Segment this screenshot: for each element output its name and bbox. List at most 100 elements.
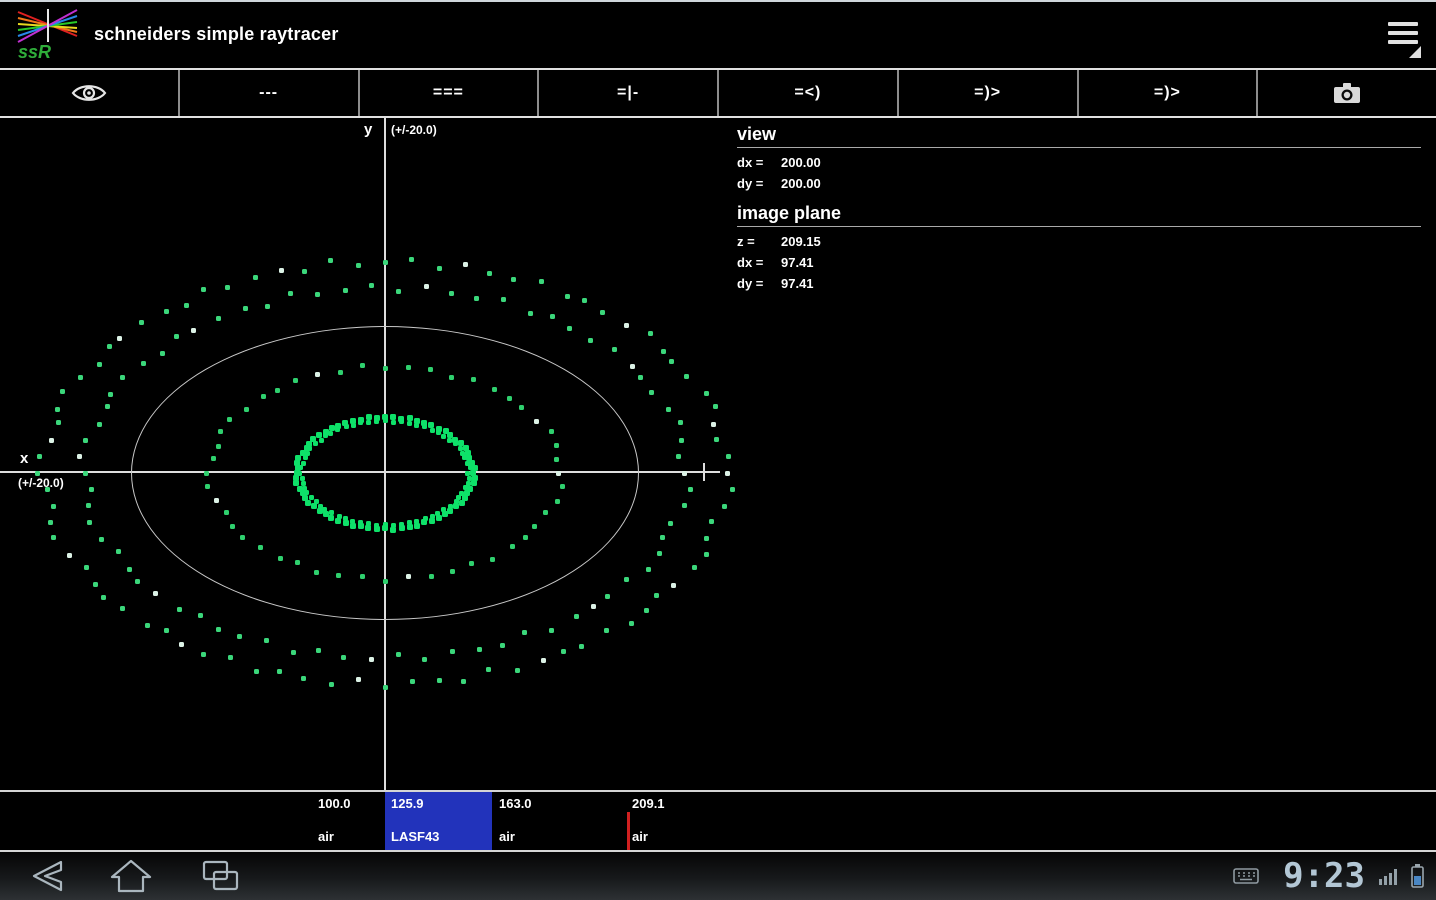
toolbar-button-camera[interactable] <box>1258 70 1436 116</box>
spot-dot <box>500 643 505 648</box>
spot-dot <box>406 574 411 579</box>
spot-dot <box>383 522 388 527</box>
spot-dot <box>177 607 182 612</box>
recent-apps-button[interactable] <box>196 858 246 894</box>
status-cluster[interactable]: 9:23 <box>1233 852 1424 900</box>
spot-dot <box>567 326 572 331</box>
spot-dot <box>369 657 374 662</box>
spot-dot <box>37 454 42 459</box>
home-icon <box>110 858 152 894</box>
surface-medium: air <box>318 829 334 844</box>
spot-dot <box>666 407 671 412</box>
surface-medium: air <box>499 829 515 844</box>
spot-dot <box>244 407 249 412</box>
toolbar-button-2[interactable]: === <box>360 70 540 116</box>
spot-dot <box>430 428 435 433</box>
spot-dot <box>253 275 258 280</box>
spot-dot <box>356 263 361 268</box>
surface-position: 209.1 <box>632 796 665 811</box>
spot-dot <box>462 455 467 460</box>
spot-dot <box>465 471 470 476</box>
spot-dot <box>51 535 56 540</box>
spot-dot <box>116 549 121 554</box>
spot-dot <box>430 514 435 519</box>
spot-dot <box>60 389 65 394</box>
spot-dot <box>441 434 446 439</box>
spot-dot <box>360 574 365 579</box>
toolbar-button-6[interactable]: =)> <box>1079 70 1259 116</box>
camera-icon <box>1333 82 1361 104</box>
spot-dot <box>472 465 478 471</box>
spot-dot <box>450 649 455 654</box>
toolbar-button-1[interactable]: --- <box>180 70 360 116</box>
menu-icon <box>1388 22 1418 26</box>
spot-dot <box>105 404 110 409</box>
spot-dot <box>120 606 125 611</box>
spot-dot <box>316 648 321 653</box>
spot-dot <box>554 443 559 448</box>
spot-dot <box>191 328 196 333</box>
spot-dot <box>447 438 452 443</box>
spot-dot <box>486 667 491 672</box>
info-row: dy = 200.00 <box>737 173 1421 194</box>
spot-dot <box>360 363 365 368</box>
spot-dot <box>588 338 593 343</box>
spot-dot <box>329 425 335 431</box>
toolbar-button-eye[interactable] <box>0 70 180 116</box>
info-row-label: dy = <box>737 273 781 294</box>
spot-dot <box>314 570 319 575</box>
toolbar-button-3[interactable]: =|- <box>539 70 719 116</box>
spot-dot <box>86 503 91 508</box>
toolbar-button-4[interactable]: =<) <box>719 70 899 116</box>
home-button[interactable] <box>106 858 156 894</box>
spot-dot <box>435 511 440 516</box>
spot-dot <box>467 476 472 481</box>
spot-dot <box>265 304 270 309</box>
spot-dot <box>356 677 361 682</box>
toolbar-button-5[interactable]: =)> <box>899 70 1079 116</box>
back-button[interactable] <box>22 858 72 894</box>
spot-dot <box>101 595 106 600</box>
battery-icon <box>1411 864 1424 888</box>
spot-dot <box>227 417 232 422</box>
spot-dot <box>550 314 555 319</box>
spot-dot <box>322 507 327 512</box>
spot-dot <box>469 561 474 566</box>
spot-dot <box>492 387 497 392</box>
spot-dot <box>35 471 40 476</box>
menu-button[interactable] <box>1388 22 1418 44</box>
spot-dot <box>407 520 412 525</box>
info-row: dx = 97.41 <box>737 252 1421 273</box>
spot-dot <box>56 420 61 425</box>
spot-dot <box>51 504 56 509</box>
spot-dot <box>604 628 609 633</box>
spot-dot <box>579 644 584 649</box>
info-row-value: 200.00 <box>781 152 821 173</box>
spot-dot <box>211 456 216 461</box>
spot-dot <box>543 510 548 515</box>
spot-dot <box>204 471 209 476</box>
lens-layout-strip[interactable]: 100.0 air 125.9 LASF43 163.0 air 209.1 a… <box>0 790 1436 852</box>
spot-dot <box>277 669 282 674</box>
spot-dot <box>351 423 356 428</box>
spot-dot <box>487 271 492 276</box>
info-row-label: dx = <box>737 152 781 173</box>
spot-dot <box>218 429 223 434</box>
spot-dot <box>313 441 318 446</box>
spot-dot <box>383 418 388 423</box>
spot-dot <box>406 365 411 370</box>
spot-dot <box>442 511 448 517</box>
surface-position: 125.9 <box>391 796 424 811</box>
spot-dot <box>243 306 248 311</box>
tool-button-label: --- <box>259 84 278 102</box>
spot-dot <box>447 508 453 514</box>
spot-dot <box>179 642 184 647</box>
spot-dot <box>93 582 98 587</box>
spot-dot <box>441 507 446 512</box>
plot-canvas[interactable]: y (+/-20.0) x (+/-20.0) view dx = 200.00… <box>0 118 1436 790</box>
spot-dot <box>89 487 94 492</box>
spot-dot <box>522 630 527 635</box>
spot-dot <box>463 485 468 490</box>
spot-dot <box>474 296 479 301</box>
spot-dot <box>449 291 454 296</box>
